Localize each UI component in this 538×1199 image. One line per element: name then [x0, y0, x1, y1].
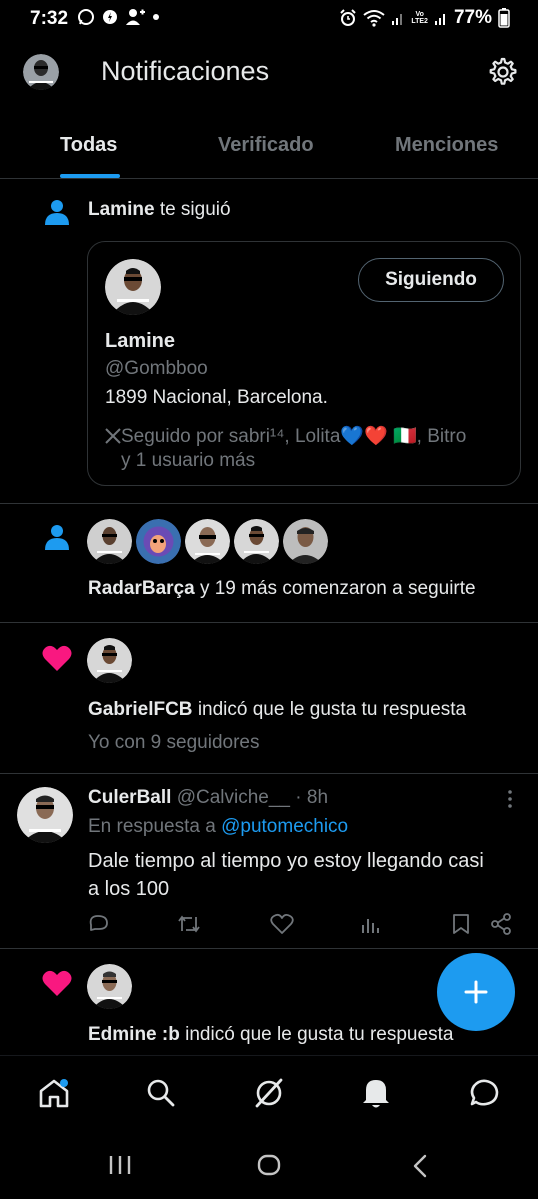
plus-icon	[464, 980, 488, 1004]
signal-icon	[392, 14, 403, 25]
bookmark-icon[interactable]	[452, 913, 470, 935]
recent-apps-icon[interactable]	[108, 1155, 132, 1175]
profile-avatar[interactable]	[23, 54, 59, 90]
card-handle: @Gombboo	[105, 358, 208, 379]
battery-percent: 77%	[453, 7, 492, 28]
page-title: Notificaciones	[101, 56, 270, 86]
tab-todas[interactable]: Todas	[60, 134, 117, 157]
follower-avatar[interactable]	[136, 519, 181, 564]
card-display-name[interactable]: Lamine	[105, 330, 175, 353]
liker-avatar[interactable]	[87, 964, 132, 1009]
tweet-author-name[interactable]: CulerBall	[88, 787, 171, 808]
messages-icon[interactable]	[468, 1078, 500, 1108]
status-time: 7:32	[30, 8, 69, 29]
notifications-bell-icon[interactable]	[362, 1076, 390, 1110]
follower-avatars	[87, 519, 328, 564]
whatsapp-icon	[78, 9, 94, 25]
card-followed-by: Seguido por sabri¹⁴, Lolita💙❤️ 🇮🇹, Bitro	[105, 424, 466, 448]
compose-button[interactable]	[437, 953, 515, 1031]
x-logo-icon	[105, 428, 121, 444]
search-icon[interactable]	[146, 1078, 176, 1108]
like-icon[interactable]	[270, 913, 294, 935]
alarm-icon	[340, 9, 357, 26]
person-icon	[45, 525, 69, 550]
gear-icon[interactable]	[487, 56, 519, 88]
bottom-navigation	[0, 1055, 538, 1127]
heart-icon	[42, 645, 72, 671]
views-icon[interactable]	[360, 914, 380, 934]
card-bio: 1899 Nacional, Barcelona.	[105, 387, 328, 408]
tweet-header: CulerBall @Calviche__ · 8h	[88, 787, 328, 809]
multi-follow-text: RadarBarça y 19 más comenzaron a seguirt…	[88, 578, 476, 599]
liked-reply-preview: Yo con 9 seguidores	[88, 732, 260, 753]
tweet-text: Dale tiempo al tiempo yo estoy llegando …	[88, 850, 484, 900]
reply-icon[interactable]	[87, 913, 109, 935]
user-card-avatar[interactable]	[105, 259, 161, 315]
status-notification-icons	[77, 8, 160, 26]
liker-avatar[interactable]	[87, 638, 132, 683]
follower-avatar[interactable]	[185, 519, 230, 564]
person-icon	[45, 200, 69, 225]
status-system-icons: Vo LTE2 77%	[339, 7, 510, 29]
signal-icon-2	[434, 14, 445, 25]
app-badge-icon	[103, 10, 117, 24]
grok-icon[interactable]	[253, 1077, 285, 1109]
follow-notification-text: Lamine te siguió	[88, 199, 231, 220]
notification-like[interactable]	[0, 623, 538, 773]
heart-icon	[42, 970, 72, 996]
follower-avatar[interactable]	[87, 519, 132, 564]
home-button-icon[interactable]	[257, 1154, 281, 1176]
followed-by-line1: Seguido por sabri¹⁴, Lolita💙❤️ 🇮🇹, Bitro	[121, 426, 467, 447]
following-button[interactable]: Siguiendo	[358, 258, 504, 302]
follower-avatar[interactable]	[283, 519, 328, 564]
tweet-time: · 8h	[295, 787, 329, 808]
dot-icon	[153, 14, 159, 20]
retweet-icon[interactable]	[176, 913, 202, 935]
more-options-icon[interactable]	[506, 789, 514, 809]
battery-icon	[498, 8, 510, 28]
back-icon[interactable]	[412, 1154, 428, 1178]
share-icon[interactable]	[490, 913, 512, 935]
tweet-author-handle: @Calviche__	[176, 787, 290, 808]
reply-context: En respuesta a @putomechico	[88, 816, 349, 837]
tab-verificado[interactable]: Verificado	[218, 134, 314, 157]
followed-by-line2: y 1 usuario más	[121, 450, 256, 471]
like-notification-text-2: Edmine :b indicó que le gusta tu respues…	[88, 1024, 454, 1045]
person-add-icon	[126, 9, 145, 25]
status-bar: 7:32 Vo LTE2 77%	[0, 0, 538, 38]
system-navigation-bar	[0, 1127, 538, 1199]
tweet-author-avatar[interactable]	[17, 787, 73, 843]
reply-to-link[interactable]: @putomechico	[221, 816, 348, 837]
like-notification-text: GabrielFCB indicó que le gusta tu respue…	[88, 699, 467, 720]
follower-avatar[interactable]	[234, 519, 279, 564]
network-label: Vo LTE2	[411, 11, 428, 25]
home-icon[interactable]	[38, 1078, 70, 1108]
wifi-icon	[363, 10, 385, 27]
tab-menciones[interactable]: Menciones	[395, 134, 498, 157]
